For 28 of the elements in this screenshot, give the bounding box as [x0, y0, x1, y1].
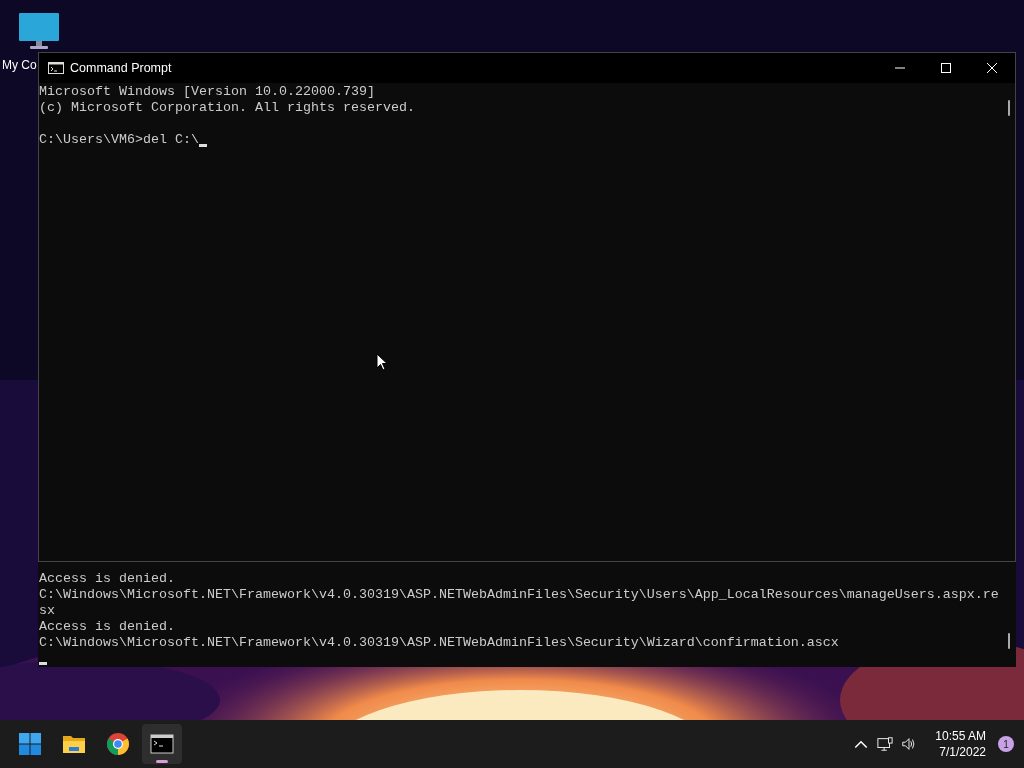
text-cursor — [39, 662, 47, 665]
notification-badge[interactable]: 1 — [998, 736, 1014, 752]
window-title: Command Prompt — [70, 61, 172, 75]
close-icon — [986, 62, 998, 74]
command-prompt-line: C:\Users\VM6>del C:\ — [39, 132, 199, 148]
console-line: C:\Windows\Microsoft.NET\Framework\v4.0.30319\ASP.NETWebAdminFiles\Security\Wizard\confirmation.ascx — [38, 635, 839, 651]
console-line: (c) Microsoft Corporation. All rights reserved. — [38, 100, 415, 116]
mouse-pointer-icon — [376, 353, 388, 371]
console-line: sx — [38, 603, 55, 619]
monitor-icon[interactable] — [18, 12, 60, 50]
clock[interactable]: 10:55 AM 7/1/2022 — [935, 728, 986, 760]
clock-time: 10:55 AM — [935, 728, 986, 744]
console-app-icon — [48, 62, 64, 74]
terminal-taskbar-button[interactable] — [142, 724, 182, 764]
browser-icon — [106, 732, 130, 756]
desktop-icon-label: My Co — [2, 58, 37, 72]
console-line: C:\Windows\Microsoft.NET\Framework\v4.0.30319\ASP.NETWebAdminFiles\Security\Users\App_LocalResources\manageUsers.aspx.re — [38, 587, 999, 603]
maximize-icon — [940, 62, 952, 74]
scrollbar-thumb[interactable] — [1008, 633, 1010, 649]
console-line: Microsoft Windows [Version 10.0.22000.739] — [38, 84, 375, 100]
clock-date: 7/1/2022 — [939, 744, 986, 760]
scrollbar-thumb[interactable] — [1008, 100, 1010, 116]
console-line: Access is denied. — [38, 571, 175, 587]
console-line: Access is denied. — [38, 619, 175, 635]
console-app-icon — [150, 732, 174, 756]
network-icon[interactable] — [877, 736, 894, 752]
text-cursor — [198, 144, 207, 147]
windows-logo-icon — [18, 732, 42, 756]
